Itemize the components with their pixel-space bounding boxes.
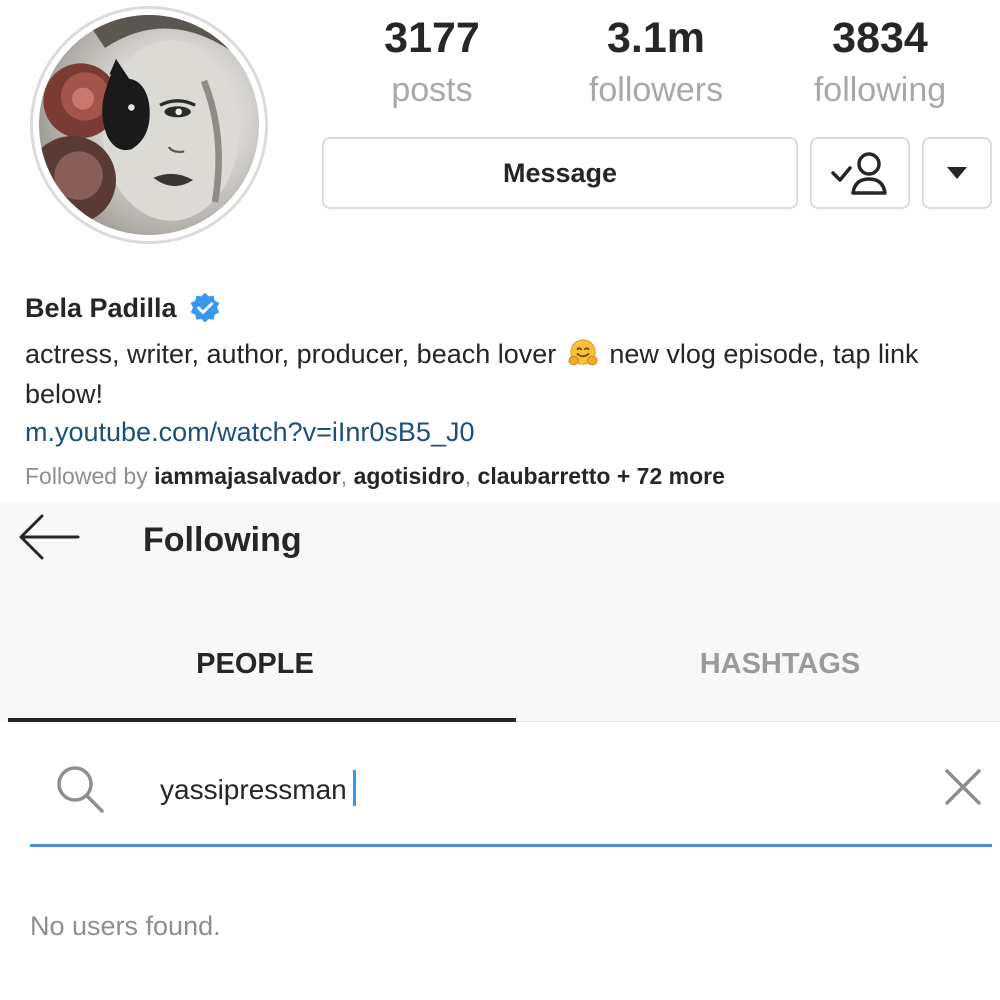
followed-by-account[interactable]: iammajasalvador bbox=[154, 463, 341, 489]
profile-name-row: Bela Padilla bbox=[25, 292, 221, 324]
followed-by-line[interactable]: Followed by iammajasalvador, agotisidro,… bbox=[25, 460, 725, 492]
stat-value: 3.1m bbox=[606, 14, 705, 62]
stat-followers[interactable]: 3.1m followers bbox=[544, 12, 768, 112]
profile-bio: actress, writer, author, producer, beach… bbox=[25, 334, 975, 414]
followed-by-account[interactable]: claubarretto bbox=[478, 463, 611, 489]
search-underline bbox=[30, 844, 992, 847]
hugging-face-emoji-icon bbox=[568, 339, 598, 366]
clear-search-icon[interactable] bbox=[942, 766, 984, 808]
bio-text: actress, writer, author, producer, beach… bbox=[25, 339, 557, 369]
following-status-button[interactable] bbox=[810, 137, 910, 209]
active-tab-indicator bbox=[8, 718, 516, 722]
following-title: Following bbox=[143, 521, 302, 559]
followed-by-prefix: Followed by bbox=[25, 463, 148, 489]
stat-value: 3177 bbox=[384, 14, 480, 62]
search-input[interactable] bbox=[160, 768, 920, 812]
verified-badge-icon bbox=[190, 292, 219, 323]
avatar-illustration bbox=[39, 15, 243, 224]
profile-avatar[interactable] bbox=[30, 6, 268, 244]
text-cursor bbox=[353, 770, 356, 806]
message-button-label: Message bbox=[502, 157, 618, 188]
stat-label: followers bbox=[588, 71, 724, 109]
profile-name: Bela Padilla bbox=[25, 292, 177, 323]
stat-following[interactable]: 3834 following bbox=[768, 12, 992, 112]
empty-results-message: No users found. bbox=[30, 911, 221, 941]
tab-hashtags[interactable]: HASHTAGS bbox=[520, 640, 1000, 688]
more-options-button[interactable] bbox=[922, 137, 992, 209]
tab-people[interactable]: PEOPLE bbox=[0, 640, 510, 688]
followed-by-more[interactable]: + 72 more bbox=[617, 463, 725, 489]
back-arrow-icon[interactable] bbox=[18, 512, 80, 562]
stat-value: 3834 bbox=[832, 14, 928, 62]
stat-label: posts bbox=[391, 71, 473, 109]
followed-by-account[interactable]: agotisidro bbox=[354, 463, 465, 489]
search-icon bbox=[57, 766, 104, 813]
message-button[interactable]: Message bbox=[322, 137, 798, 209]
avatar-image bbox=[39, 15, 259, 235]
user-check-icon bbox=[831, 152, 887, 195]
profile-link[interactable]: m.youtube.com/watch?v=iInr0sB5_J0 bbox=[25, 412, 474, 452]
stat-label: following bbox=[813, 71, 947, 109]
caret-down-icon bbox=[947, 167, 967, 179]
stat-posts[interactable]: 3177 posts bbox=[320, 12, 544, 112]
tab-divider bbox=[516, 721, 1000, 722]
profile-stats: 3177 posts 3.1m followers 3834 following bbox=[320, 12, 992, 112]
